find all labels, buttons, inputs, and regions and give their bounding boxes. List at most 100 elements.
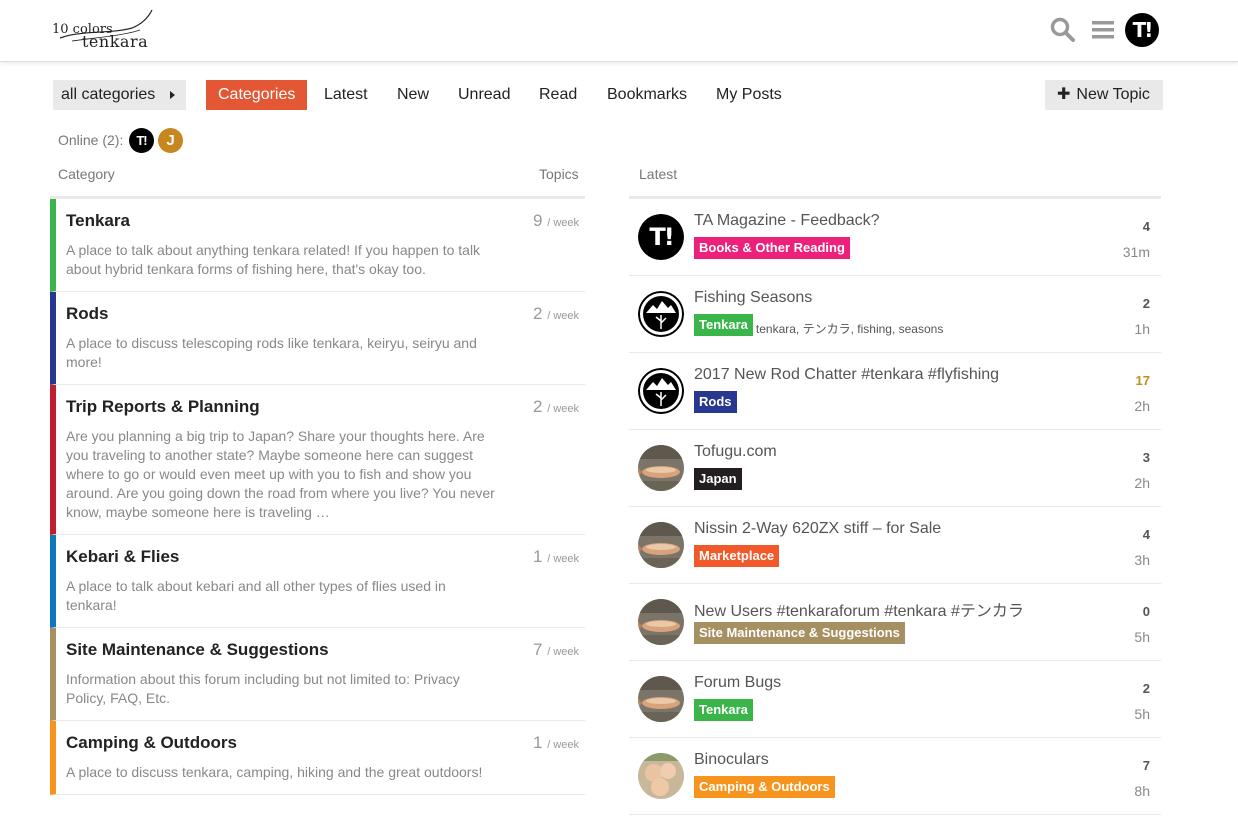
category-badge[interactable]: Rods	[694, 391, 737, 413]
topic-count-value: 1	[533, 547, 543, 566]
topic-last-activity[interactable]: 5h	[1134, 629, 1150, 645]
topic-title-link[interactable]: Forum Bugs	[694, 674, 781, 692]
category-name[interactable]: Tenkara	[66, 211, 575, 231]
topic-count-value: 1	[533, 733, 543, 752]
tab-unread[interactable]: Unread	[446, 80, 522, 110]
topic-post-count[interactable]: 4	[1143, 219, 1150, 234]
topic-author-avatar[interactable]	[638, 291, 684, 337]
category-description: A place to talk about kebari and all oth…	[66, 578, 446, 613]
topic-meta: Camping & Outdoors	[694, 776, 835, 798]
topic-tags[interactable]: tenkara, テンカラ, fishing, seasons	[756, 320, 943, 337]
category-badge[interactable]: Tenkara	[694, 314, 753, 336]
category-row[interactable]: Rods A place to discuss telescoping rods …	[50, 292, 585, 385]
topic-last-activity[interactable]: 8h	[1134, 783, 1150, 799]
category-topic-count: 9 / week	[533, 211, 579, 231]
tab-new[interactable]: New	[385, 80, 441, 110]
tab-my-posts[interactable]: My Posts	[704, 80, 794, 110]
topic-title-link[interactable]: New Users #tenkaraforum #tenkara #テンカラ	[694, 597, 1024, 621]
category-row[interactable]: Site Maintenance & Suggestions Informatio…	[50, 628, 585, 721]
caret-right-icon	[170, 91, 175, 99]
svg-text:T!: T!	[649, 223, 672, 251]
site-header: 10 colors tenkara T!	[0, 0, 1238, 62]
new-topic-button[interactable]: ✚ New Topic	[1045, 80, 1163, 110]
topic-title-link[interactable]: Fishing Seasons	[694, 289, 812, 307]
search-icon[interactable]	[1049, 16, 1077, 44]
topic-title-link[interactable]: Nissin 2-Way 620ZX stiff – for Sale	[694, 520, 941, 538]
category-name[interactable]: Camping & Outdoors	[66, 733, 575, 753]
category-description: A place to discuss tenkara, camping, hik…	[66, 764, 483, 780]
hamburger-menu-icon[interactable]	[1090, 16, 1118, 44]
logo-big-text: tenkara	[82, 32, 149, 51]
topic-row: Fishing Seasons Tenkara tenkara, テンカラ, fis…	[629, 276, 1161, 353]
category-column-header: Category	[58, 166, 115, 182]
category-name[interactable]: Kebari & Flies	[66, 547, 575, 567]
topic-last-activity[interactable]: 5h	[1134, 706, 1150, 722]
topic-post-count[interactable]: 2	[1143, 681, 1150, 696]
category-badge[interactable]: Camping & Outdoors	[694, 776, 835, 798]
category-badge[interactable]: Japan	[694, 468, 742, 490]
topic-author-avatar[interactable]: T!	[638, 214, 684, 260]
topic-meta: Rods	[694, 391, 737, 413]
tab-latest[interactable]: Latest	[312, 80, 380, 110]
topic-title-link[interactable]: Binoculars	[694, 751, 769, 769]
topic-count-value: 9	[533, 211, 543, 230]
category-dropdown[interactable]: all categories	[53, 80, 186, 110]
online-user-avatar[interactable]: T!	[129, 128, 154, 153]
category-row[interactable]: Trip Reports & Planning Are you planning …	[50, 385, 585, 535]
topic-title-link[interactable]: 2017 New Rod Chatter #tenkara #flyfishin…	[694, 366, 999, 384]
site-logo[interactable]: 10 colors tenkara	[52, 8, 162, 54]
topic-post-count[interactable]: 3	[1143, 450, 1150, 465]
category-name[interactable]: Rods	[66, 304, 575, 324]
topic-author-avatar[interactable]	[638, 676, 684, 722]
topics-column-header: Topics	[539, 166, 579, 182]
latest-topics-list: T! TA Magazine - Feedback? Books & Other R…	[629, 196, 1161, 815]
category-row[interactable]: Kebari & Flies A place to talk about keba…	[50, 535, 585, 628]
topic-post-count[interactable]: 17	[1136, 373, 1150, 388]
topic-row: Tofugu.com Japan 3 2h	[629, 430, 1161, 507]
online-user-avatar[interactable]: J	[158, 128, 183, 153]
category-description: A place to talk about anything tenkara r…	[66, 242, 481, 277]
topic-row: Forum Bugs Tenkara 2 5h	[629, 661, 1161, 738]
topic-last-activity[interactable]: 2h	[1134, 475, 1150, 491]
topic-author-avatar[interactable]	[638, 522, 684, 568]
topic-author-avatar[interactable]	[638, 445, 684, 491]
category-row[interactable]: Camping & Outdoors A place to discuss ten…	[50, 721, 585, 795]
topic-author-avatar[interactable]	[638, 368, 684, 414]
category-description: Are you planning a big trip to Japan? Sh…	[66, 428, 495, 520]
category-topic-count: 7 / week	[533, 640, 579, 660]
topic-last-activity[interactable]: 31m	[1123, 244, 1150, 260]
topic-post-count[interactable]: 0	[1143, 604, 1150, 619]
topic-last-activity[interactable]: 1h	[1134, 321, 1150, 337]
category-name[interactable]: Site Maintenance & Suggestions	[66, 640, 575, 660]
topic-author-avatar[interactable]	[638, 753, 684, 799]
new-topic-label: New Topic	[1076, 86, 1150, 103]
topic-meta: Tenkara	[694, 699, 753, 721]
topic-post-count[interactable]: 2	[1143, 296, 1150, 311]
topic-last-activity[interactable]: 2h	[1134, 398, 1150, 414]
topic-last-activity[interactable]: 3h	[1134, 552, 1150, 568]
topic-author-avatar[interactable]	[638, 599, 684, 645]
topic-title-link[interactable]: TA Magazine - Feedback?	[694, 212, 880, 230]
category-badge[interactable]: Books & Other Reading	[694, 237, 850, 259]
category-badge[interactable]: Site Maintenance & Suggestions	[694, 622, 905, 644]
tab-bookmarks[interactable]: Bookmarks	[595, 80, 699, 110]
topic-meta: Site Maintenance & Suggestions	[694, 622, 905, 644]
category-name[interactable]: Trip Reports & Planning	[66, 397, 575, 417]
topic-title-link[interactable]: Tofugu.com	[694, 443, 777, 461]
topic-meta: Japan	[694, 468, 742, 490]
topic-post-count[interactable]: 7	[1143, 758, 1150, 773]
category-topic-count: 1 / week	[533, 733, 579, 753]
current-user-avatar[interactable]: T!	[1125, 13, 1159, 47]
online-users-label: Online (2):	[58, 132, 124, 148]
category-dropdown-label: all categories	[61, 86, 156, 103]
tab-categories[interactable]: Categories	[206, 80, 308, 110]
tab-read[interactable]: Read	[527, 80, 589, 110]
per-week-label: / week	[547, 739, 579, 751]
topic-post-count[interactable]: 4	[1143, 527, 1150, 542]
per-week-label: / week	[547, 553, 579, 565]
topic-row: Nissin 2-Way 620ZX stiff – for Sale Marke…	[629, 507, 1161, 584]
category-badge[interactable]: Tenkara	[694, 699, 753, 721]
category-row[interactable]: Tenkara A place to talk about anything te…	[50, 199, 585, 292]
category-badge[interactable]: Marketplace	[694, 545, 780, 567]
topic-count-value: 2	[533, 304, 543, 323]
